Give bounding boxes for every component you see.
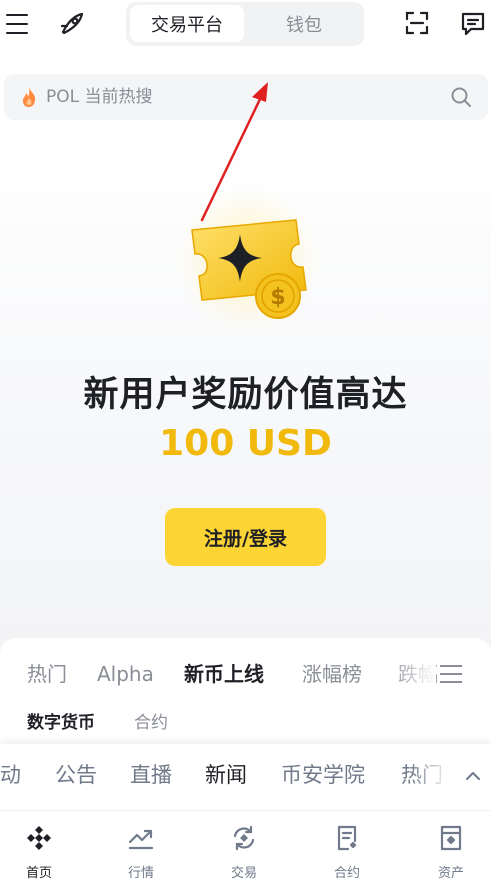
reward-ticket-icon: $ [168,190,328,340]
message-icon[interactable] [460,11,486,37]
nav-label: 资产 [437,866,464,881]
search-placeholder[interactable]: POL 当前热搜 [46,85,153,109]
news-tab-academy[interactable]: 币安学院 [281,760,365,790]
nav-markets[interactable]: 行情 [106,822,176,882]
wallet-icon [437,824,465,852]
news-tab-news[interactable]: 新闻 [205,760,247,790]
contract-icon [333,824,361,852]
tab-fade [386,656,436,690]
tab-exchange-platform[interactable]: 交易平台 [130,5,244,42]
register-login-button[interactable]: 注册/登录 [165,508,326,566]
svg-text:$: $ [270,285,285,310]
exchange-icon [230,824,258,852]
nav-assets[interactable]: 资产 [416,822,486,882]
nav-label: 合约 [333,866,360,881]
promo-headline: 新用户奖励价值高达 [83,375,408,415]
nav-home[interactable]: 首页 [4,822,74,882]
tab-hot[interactable]: 热门 [27,660,67,688]
scan-icon[interactable] [404,10,430,36]
tab-new-listings[interactable]: 新币上线 [184,660,264,688]
nav-trade[interactable]: 交易 [209,822,279,882]
news-tab-live[interactable]: 直播 [130,760,172,790]
nav-futures[interactable]: 合约 [312,822,382,882]
subtab-crypto[interactable]: 数字货币 [27,710,95,736]
rocket-logo-icon[interactable] [58,10,86,38]
news-tab-activity[interactable]: 动 [0,760,21,790]
menu-icon[interactable] [6,14,28,34]
more-tabs-icon[interactable] [440,665,462,683]
chart-trend-icon [127,824,155,852]
search-icon[interactable] [450,86,472,108]
home-diamond-icon [25,824,53,852]
fire-icon [20,86,38,108]
news-tab-fade [410,756,450,792]
tab-gainers[interactable]: 涨幅榜 [302,660,362,688]
subtab-futures[interactable]: 合约 [134,710,168,736]
chevron-up-icon[interactable] [462,765,484,787]
tab-wallet[interactable]: 钱包 [248,5,360,42]
nav-label: 交易 [230,866,257,881]
nav-label: 行情 [127,866,154,881]
nav-label: 首页 [25,866,52,881]
promo-amount: 100 USD [159,423,332,464]
tab-alpha[interactable]: Alpha [97,660,154,688]
news-tab-announcements[interactable]: 公告 [55,760,97,790]
